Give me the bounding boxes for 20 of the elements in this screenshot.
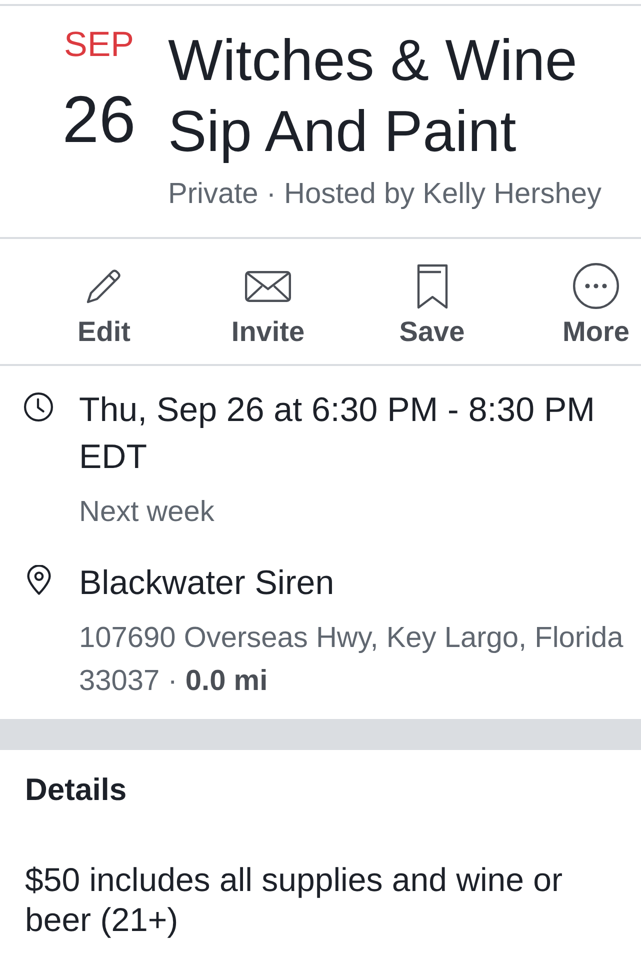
relative-date: Next week: [79, 495, 216, 530]
edit-button[interactable]: Edit: [78, 263, 130, 349]
date-month: SEP: [64, 25, 134, 65]
save-button[interactable]: Save: [399, 263, 465, 349]
clock-icon: [24, 392, 53, 422]
more-button[interactable]: More: [562, 263, 630, 349]
event-time: Thu, Sep 26 at 6:30 PM - 8:30 PM EDT: [79, 390, 596, 478]
venue-address: 107690 Overseas Hwy, Key Largo, Florida 33037 · 0.0 mi: [79, 621, 624, 699]
pencil-icon: [84, 267, 123, 305]
envelope-icon: [244, 270, 291, 302]
location-pin-icon: [26, 565, 50, 595]
details-text: $50 includes all supplies and wine or beer (21+): [25, 860, 564, 940]
invite-button[interactable]: Invite: [231, 263, 305, 349]
date-day: 26: [62, 84, 136, 154]
details-heading: Details: [25, 771, 128, 809]
bookmark-icon: [416, 264, 448, 308]
event-title: Witches & Wine Sip And Paint: [168, 27, 578, 166]
venue-name: Blackwater Siren: [79, 563, 336, 604]
more-icon: [573, 263, 619, 309]
event-subtitle: Private · Hosted by Kelly Hershey: [168, 177, 603, 212]
